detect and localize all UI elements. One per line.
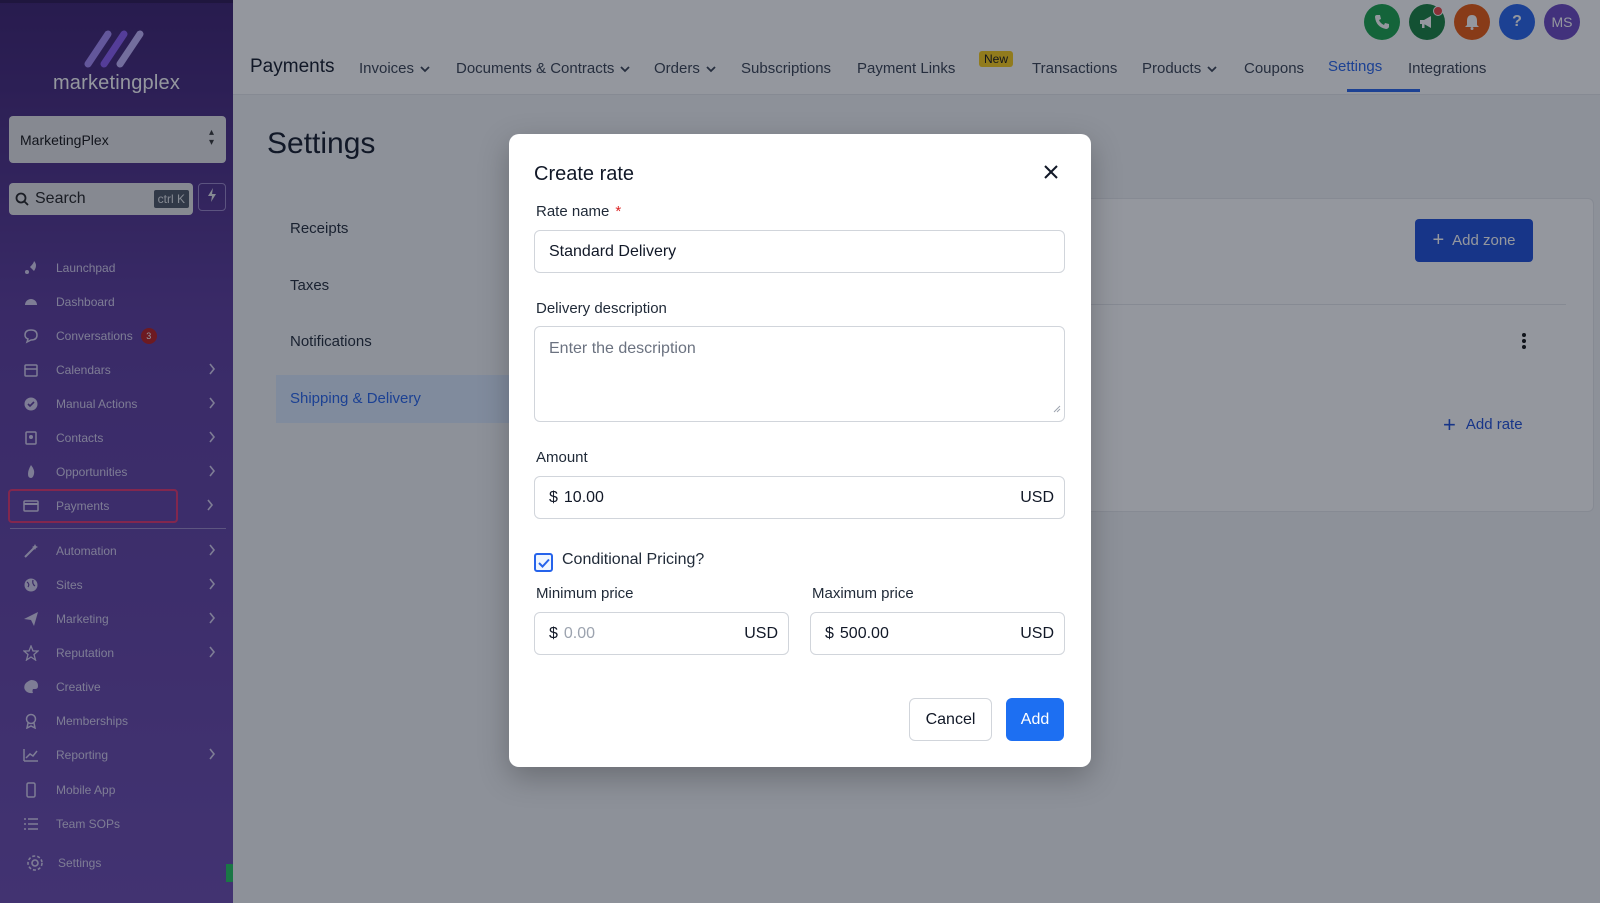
- required-mark: *: [615, 203, 622, 220]
- conditional-pricing-label[interactable]: Conditional Pricing?: [562, 551, 704, 569]
- modal-title: Create rate: [534, 163, 635, 185]
- currency-code: USD: [1020, 624, 1054, 642]
- amount-label: Amount: [536, 449, 588, 466]
- rate-name-label-text: Rate name: [536, 203, 610, 220]
- currency-code: USD: [1020, 488, 1054, 506]
- rate-name-label: Rate name *: [536, 203, 621, 220]
- add-button[interactable]: Add: [1006, 698, 1064, 741]
- checkmark-icon: [537, 558, 550, 568]
- currency-code: USD: [744, 624, 778, 642]
- create-rate-modal: Create rate Rate name * Standard Delivery…: [509, 134, 1091, 767]
- currency-symbol: $: [549, 488, 558, 506]
- min-price-label: Minimum price: [536, 585, 634, 602]
- rate-name-value: Standard Delivery: [549, 242, 677, 260]
- max-price-value: 500.00: [839, 624, 889, 642]
- close-button[interactable]: [1041, 162, 1061, 182]
- resize-handle-icon[interactable]: [1053, 400, 1061, 418]
- description-label: Delivery description: [536, 300, 667, 317]
- currency-symbol: $: [549, 624, 558, 642]
- min-price-placeholder: 0.00: [563, 624, 596, 642]
- max-price-label: Maximum price: [812, 585, 914, 602]
- conditional-pricing-checkbox[interactable]: [534, 553, 553, 572]
- rate-name-input[interactable]: Standard Delivery: [534, 230, 1065, 273]
- amount-value: 10.00: [563, 488, 604, 506]
- cancel-button[interactable]: Cancel: [909, 698, 992, 741]
- min-price-input[interactable]: $ 0.00 USD: [534, 612, 789, 655]
- description-textarea[interactable]: Enter the description: [534, 326, 1065, 422]
- description-placeholder: Enter the description: [549, 340, 696, 357]
- amount-input[interactable]: $ 10.00 USD: [534, 476, 1065, 519]
- max-price-input[interactable]: $ 500.00 USD: [810, 612, 1065, 655]
- currency-symbol: $: [825, 624, 834, 642]
- close-icon: [1043, 164, 1059, 180]
